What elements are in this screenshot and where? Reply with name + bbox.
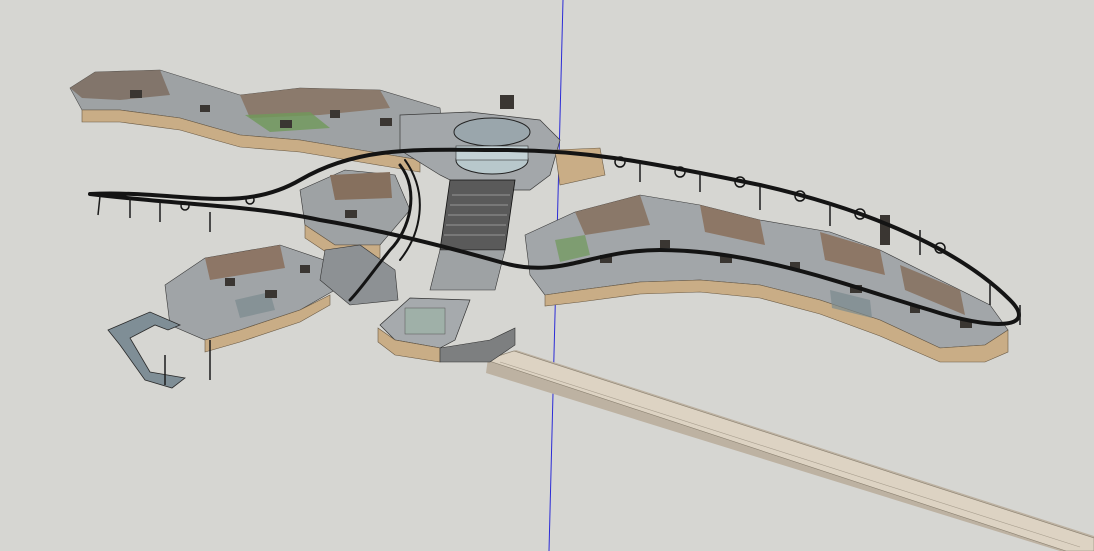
central-stair-column[interactable]: [429, 179, 516, 291]
left-ramp[interactable]: [107, 311, 186, 389]
3d-viewport[interactable]: [0, 0, 1094, 551]
model-scene[interactable]: [0, 0, 1094, 551]
left-lower-platform[interactable]: [164, 244, 336, 353]
walkway-bridge[interactable]: [485, 350, 1094, 551]
entry-terrace[interactable]: [377, 297, 516, 363]
right-arm-platform[interactable]: [524, 194, 1009, 363]
